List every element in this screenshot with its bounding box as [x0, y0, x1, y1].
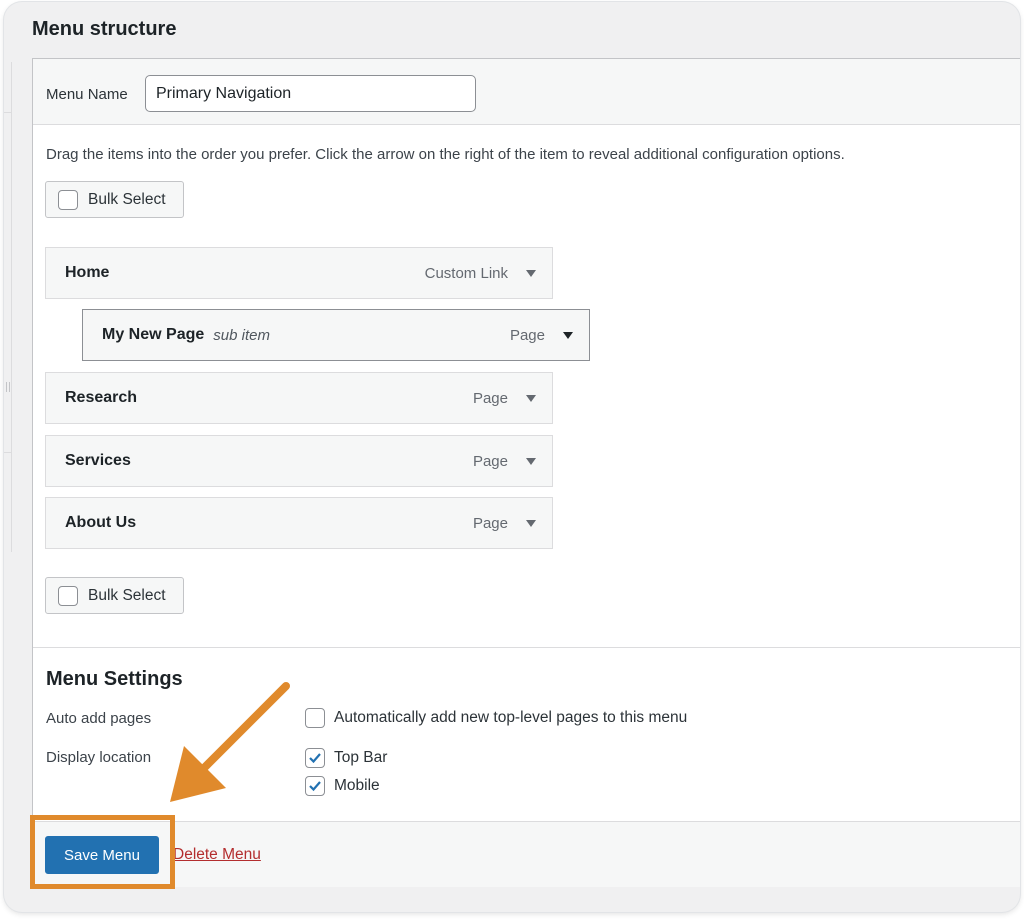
menu-name-label: Menu Name — [46, 86, 128, 103]
menu-item-type: Page — [509, 326, 545, 344]
bulk-select-label: Bulk Select — [88, 190, 166, 208]
chevron-down-icon[interactable] — [557, 324, 579, 346]
menu-name-row: Menu Name — [33, 59, 1020, 125]
top-bar-label: Top Bar — [334, 749, 388, 766]
bulk-select-button-bottom[interactable]: Bulk Select — [45, 577, 184, 614]
chevron-down-icon[interactable] — [520, 387, 542, 409]
auto-add-pages-option[interactable]: Automatically add new top-level pages to… — [305, 708, 687, 728]
page-title: Menu structure — [32, 18, 177, 40]
location-mobile-option[interactable]: Mobile — [305, 776, 380, 796]
menu-item-title: About Us — [65, 514, 137, 531]
menu-item-title: Research — [65, 389, 138, 406]
bulk-select-checkbox[interactable] — [58, 189, 78, 210]
menu-item-type: Page — [472, 452, 508, 470]
menu-item-research[interactable]: Research Page — [45, 372, 553, 424]
resize-handle[interactable] — [6, 382, 10, 392]
menu-item-title: Services — [65, 452, 131, 469]
mobile-label: Mobile — [334, 777, 380, 794]
menu-item-title: My New Page — [102, 326, 205, 343]
auto-add-pages-label: Auto add pages — [46, 710, 152, 727]
menu-item-my-new-page[interactable]: My New Page sub item Page — [82, 309, 590, 361]
top-bar-checkbox[interactable] — [305, 748, 325, 768]
menu-item-title: Home — [65, 264, 110, 281]
drag-instructions: Drag the items into the order you prefer… — [46, 146, 845, 163]
menu-item-sub-label: sub item — [213, 326, 270, 344]
chevron-down-icon[interactable] — [520, 450, 542, 472]
auto-add-pages-checkbox[interactable] — [305, 708, 325, 728]
bulk-select-button-top[interactable]: Bulk Select — [45, 181, 184, 218]
menu-structure-panel: Menu Name Drag the items into the order … — [32, 58, 1020, 887]
auto-add-pages-option-label: Automatically add new top-level pages to… — [334, 709, 688, 726]
menu-item-type: Page — [472, 514, 508, 532]
save-menu-button[interactable]: Save Menu — [45, 836, 159, 874]
bulk-select-checkbox[interactable] — [58, 585, 78, 606]
location-top-bar-option[interactable]: Top Bar — [305, 748, 387, 768]
menu-name-input[interactable] — [145, 75, 476, 112]
menu-footer: Save Menu Delete Menu — [33, 821, 1020, 887]
chevron-down-icon[interactable] — [520, 262, 542, 284]
window-frame: Menu structure Menu Name Drag the items … — [4, 2, 1020, 912]
menu-item-home[interactable]: Home Custom Link — [45, 247, 553, 299]
menu-item-type: Custom Link — [424, 264, 508, 282]
menu-settings-title: Menu Settings — [46, 668, 183, 690]
bulk-select-label: Bulk Select — [88, 586, 166, 604]
delete-menu-link[interactable]: Delete Menu — [173, 846, 261, 864]
menu-item-about-us[interactable]: About Us Page — [45, 497, 553, 549]
display-location-label: Display location — [46, 749, 152, 766]
chevron-down-icon[interactable] — [520, 512, 542, 534]
mobile-checkbox[interactable] — [305, 776, 325, 796]
section-divider — [33, 647, 1020, 648]
menu-item-services[interactable]: Services Page — [45, 435, 553, 487]
menu-item-type: Page — [472, 389, 508, 407]
left-sidebar-edge — [4, 62, 12, 552]
